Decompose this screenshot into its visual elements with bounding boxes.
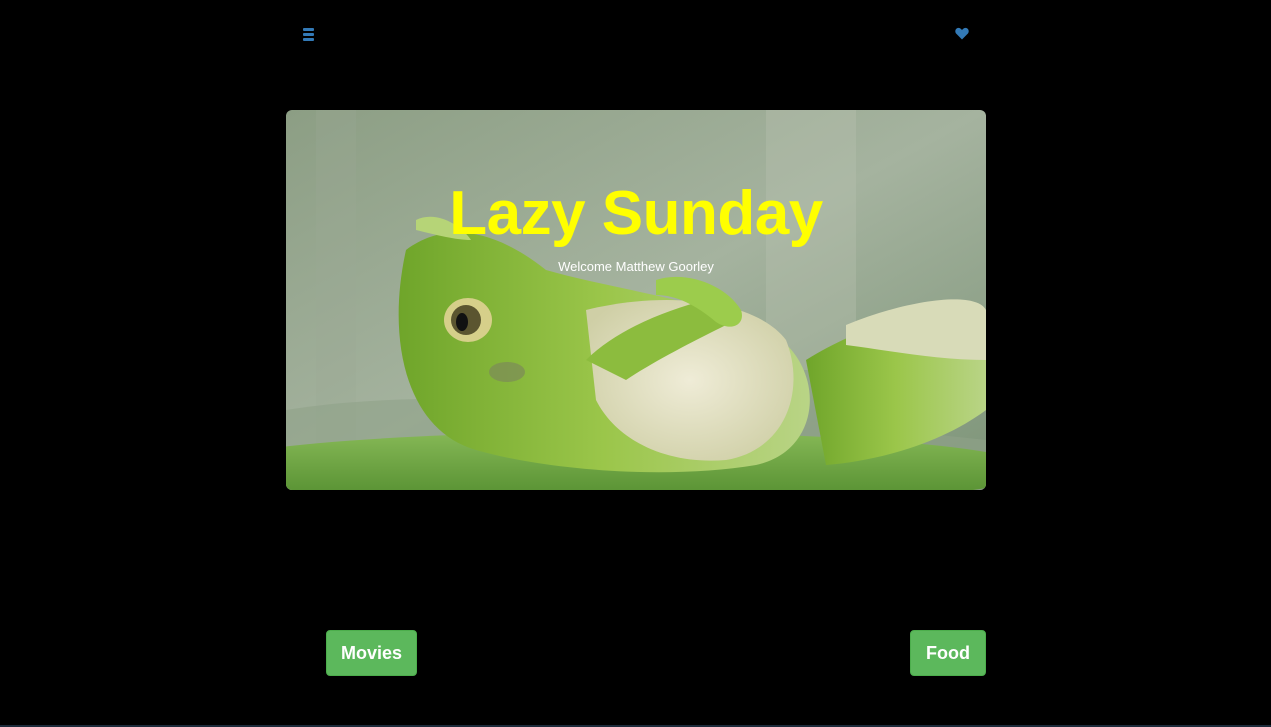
hero-title: Lazy Sunday: [449, 179, 823, 248]
heart-icon[interactable]: [955, 27, 969, 40]
hero-banner: Lazy Sunday Welcome Matthew Goorley: [286, 110, 986, 490]
movies-button[interactable]: Movies: [326, 630, 417, 676]
food-button[interactable]: Food: [910, 630, 986, 676]
frog-hero-image: [286, 110, 986, 490]
page: Lazy Sunday Welcome Matthew Goorley Movi…: [0, 0, 1271, 727]
welcome-message: Welcome Matthew Goorley: [558, 259, 714, 274]
hamburger-menu-icon[interactable]: [302, 26, 316, 42]
